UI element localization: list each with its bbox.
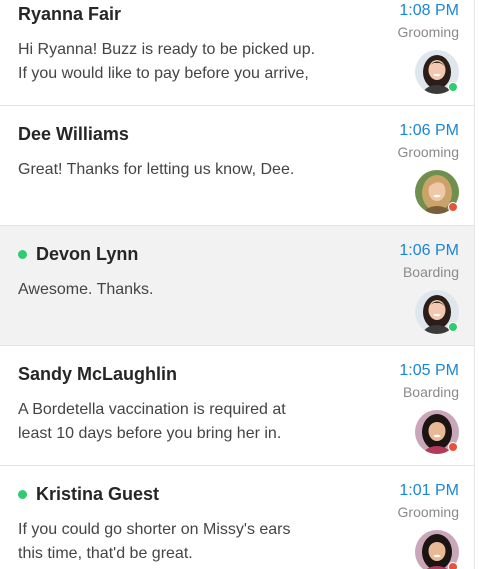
contact-name: Sandy McLaughlin: [18, 364, 178, 384]
conversation-item-sandy-mclaughlin[interactable]: Sandy McLaughlin A Bordetella vaccinatio…: [0, 346, 474, 466]
presence-indicator: [448, 562, 458, 569]
department-label: Grooming: [397, 24, 459, 40]
unread-indicator: [18, 250, 27, 259]
message-preview: If you could go shorter on Missy's ears …: [18, 521, 291, 562]
message-time: 1:08 PM: [399, 2, 459, 19]
department-label: Grooming: [397, 144, 459, 160]
avatar[interactable]: [415, 530, 459, 569]
contact-name: Kristina Guest: [18, 484, 159, 505]
message-preview: Great! Thanks for letting us know, Dee.: [18, 161, 295, 178]
department-label: Boarding: [402, 264, 459, 280]
unread-indicator: [18, 490, 27, 499]
message-preview: Hi Ryanna! Buzz is ready to be picked up…: [18, 41, 316, 82]
conversation-item-dee-williams[interactable]: Dee Williams Great! Thanks for letting u…: [0, 106, 474, 226]
avatar[interactable]: [415, 410, 459, 454]
avatar[interactable]: [415, 50, 459, 94]
department-label: Grooming: [397, 504, 459, 520]
presence-indicator: [448, 322, 458, 332]
message-preview: A Bordetella vaccination is required at …: [18, 401, 286, 442]
message-time: 1:05 PM: [399, 362, 459, 379]
avatar[interactable]: [415, 290, 459, 334]
avatar[interactable]: [415, 170, 459, 214]
message-preview: Awesome. Thanks.: [18, 281, 154, 298]
presence-indicator: [448, 82, 458, 92]
conversation-list: Ryanna Fair Hi Ryanna! Buzz is ready to …: [0, 0, 475, 569]
department-label: Boarding: [402, 384, 459, 400]
contact-name: Devon Lynn: [18, 244, 138, 265]
presence-indicator: [448, 202, 458, 212]
conversation-item-kristina-guest[interactable]: Kristina Guest If you could go shorter o…: [0, 466, 474, 569]
contact-name: Dee Williams: [18, 124, 129, 144]
presence-indicator: [448, 442, 458, 452]
message-time: 1:06 PM: [399, 122, 459, 139]
conversation-item-ryanna-fair[interactable]: Ryanna Fair Hi Ryanna! Buzz is ready to …: [0, 0, 474, 106]
conversation-item-devon-lynn[interactable]: Devon Lynn Awesome. Thanks. 1:06 PM Boar…: [0, 226, 474, 346]
contact-name: Ryanna Fair: [18, 4, 122, 24]
message-time: 1:01 PM: [399, 482, 459, 499]
message-time: 1:06 PM: [399, 242, 459, 259]
